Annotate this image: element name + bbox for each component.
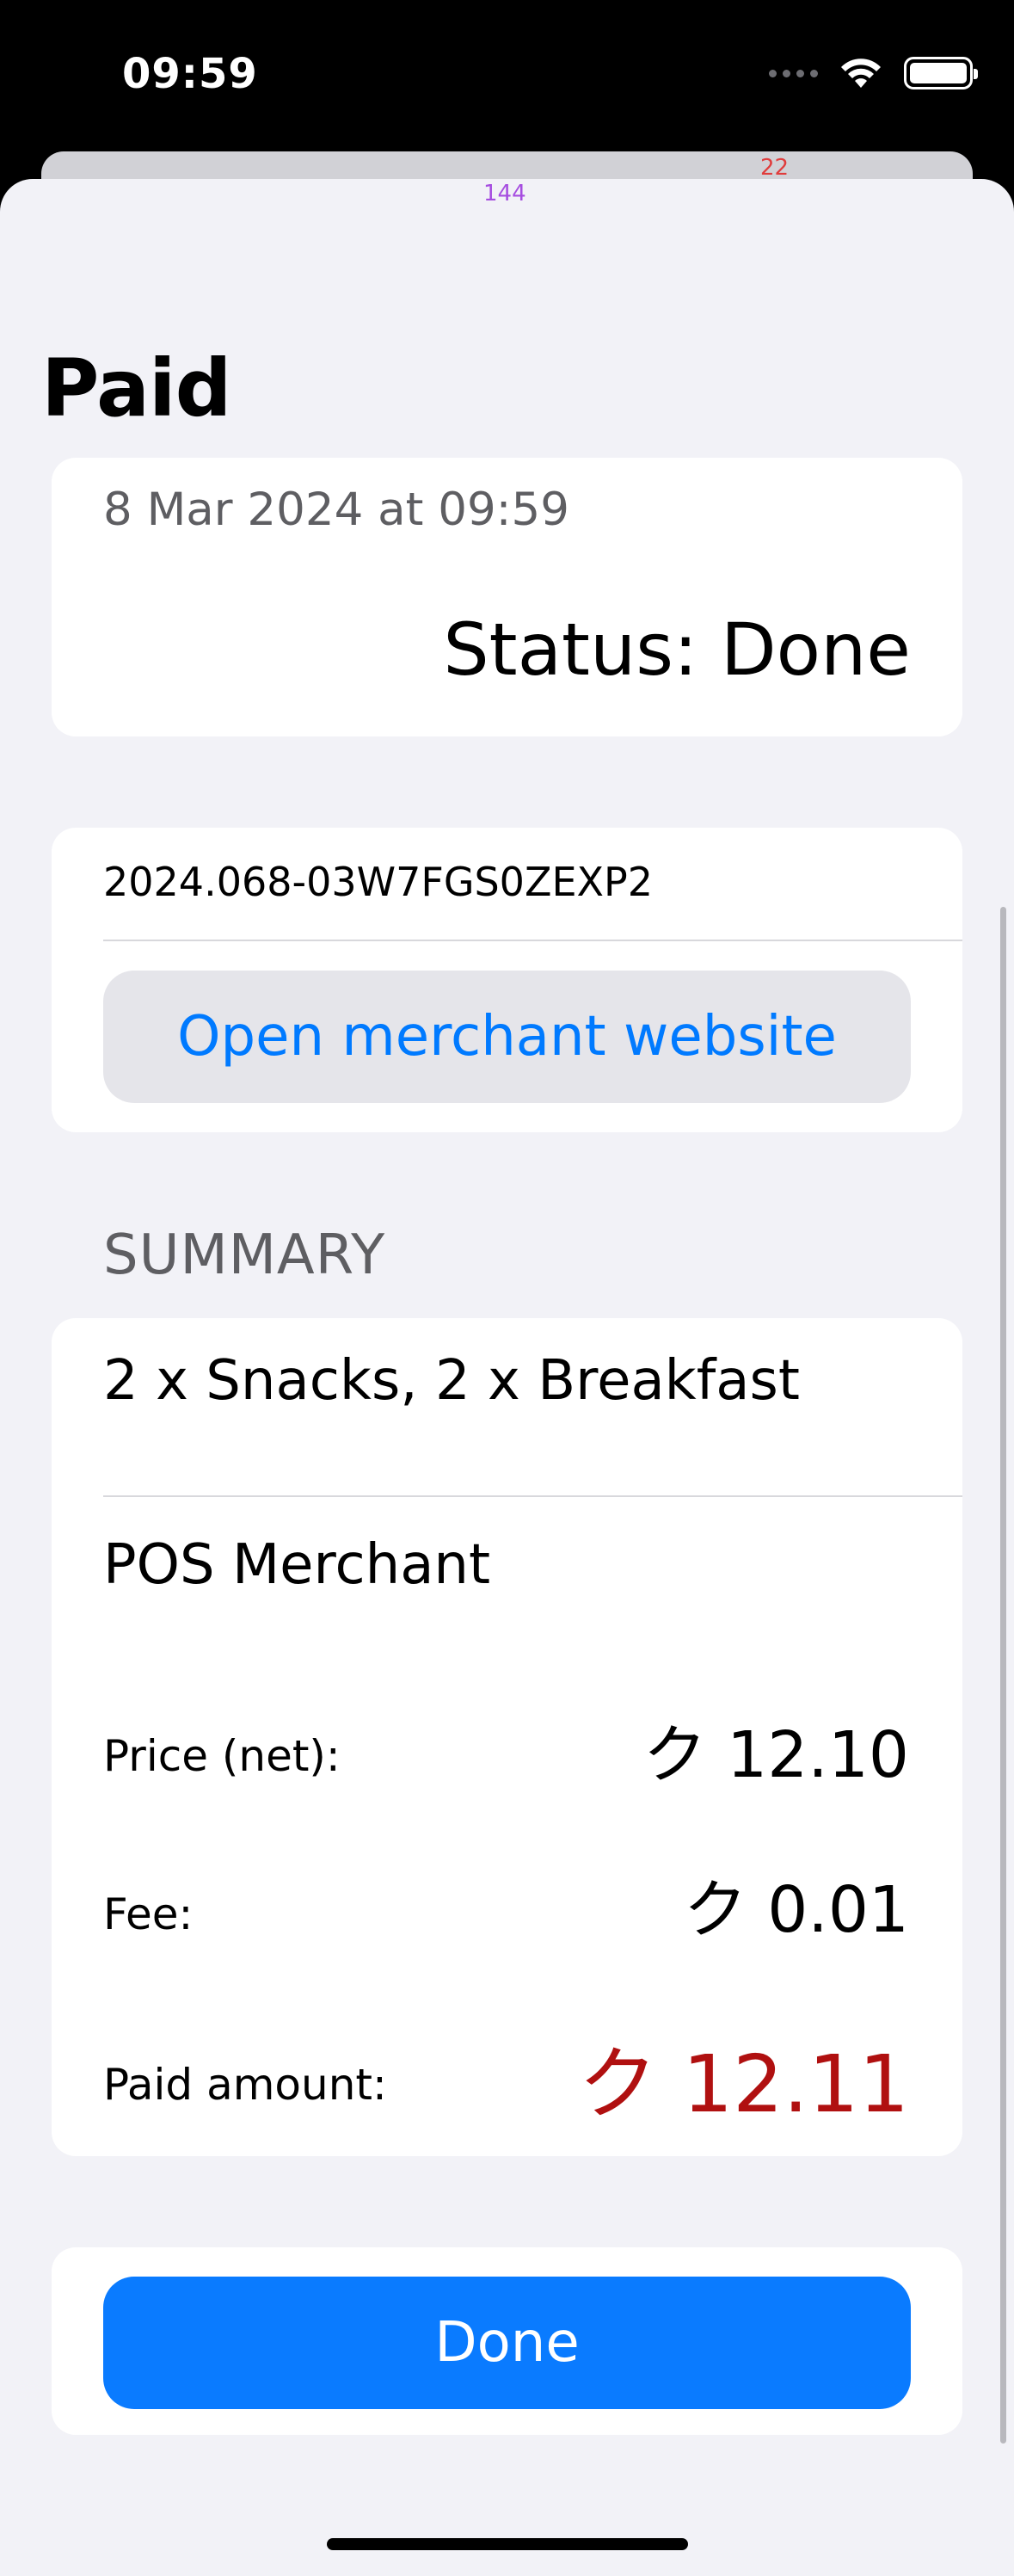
wifi-icon [841, 59, 881, 88]
status-icons [769, 57, 978, 89]
price-net-label: Price (net): [103, 1731, 341, 1781]
debug-label: 144 [483, 181, 526, 206]
scroll-indicator[interactable] [1000, 907, 1006, 2444]
fee-label: Fee: [103, 1889, 194, 1939]
merchant-name: POS Merchant [103, 1533, 491, 1597]
status-bar: 09:59 [0, 0, 1014, 155]
debug-label: 22 [760, 155, 790, 181]
status-time: 09:59 [122, 50, 258, 98]
summary-section-header: SUMMARY [103, 1223, 386, 1287]
payment-info-card: 8 Mar 2024 at 09:59 Status: Done [52, 458, 962, 736]
payment-status: Status: Done [443, 607, 911, 692]
cellular-dots-icon [769, 69, 818, 77]
page-title: Paid [41, 342, 231, 434]
open-merchant-website-button[interactable]: Open merchant website [103, 971, 911, 1103]
battery-icon [904, 57, 978, 89]
actions-card: Done [52, 2247, 962, 2435]
summary-items: 2 x Snacks, 2 x Breakfast [103, 1349, 800, 1413]
paid-amount-label: Paid amount: [103, 2060, 387, 2110]
payment-date: 8 Mar 2024 at 09:59 [103, 484, 569, 536]
home-indicator[interactable] [327, 2538, 688, 2550]
transaction-id: 2024.068-03W7FGS0ZEXP2 [103, 859, 654, 905]
divider [103, 1495, 962, 1497]
price-net-value: ク 12.10 [642, 1718, 909, 1792]
summary-card: 2 x Snacks, 2 x Breakfast POS Merchant P… [52, 1318, 962, 2156]
done-button[interactable]: Done [103, 2277, 911, 2409]
divider [103, 940, 962, 941]
paid-amount-value: ク 12.11 [578, 2038, 909, 2130]
reference-card: 2024.068-03W7FGS0ZEXP2 Open merchant web… [52, 828, 962, 1132]
fee-value: ク 0.01 [683, 1873, 909, 1947]
